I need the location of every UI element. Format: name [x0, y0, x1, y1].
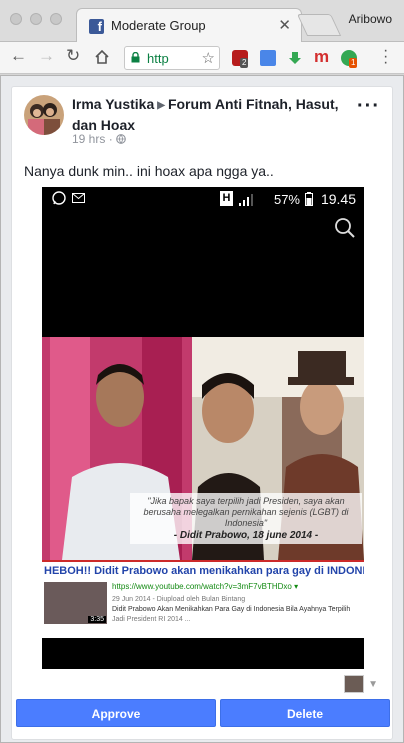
pending-post-card: Irma Yustika ▶ Forum Anti Fitnah, Hasut, d…	[11, 86, 393, 740]
post-image[interactable]: H 57% 19.45 "Jika bapak saya terpilih ja…	[42, 187, 364, 669]
video-url: https://www.youtube.com/watch?v=3mF7vBTH…	[112, 582, 299, 591]
quote-overlay: "Jika bapak saya terpilih jadi Presiden,…	[130, 493, 362, 544]
post-time[interactable]: 19 hrs	[72, 132, 105, 146]
star-icon[interactable]: ☆	[202, 49, 215, 67]
tab-title: Moderate Group	[111, 18, 206, 33]
extension-badge-2: 1	[349, 58, 358, 68]
download-arrow-icon[interactable]	[287, 50, 303, 66]
reload-icon[interactable]: ↻	[66, 46, 80, 66]
browser-tab[interactable]: f Moderate Group ✕	[76, 8, 302, 42]
triangle-right-icon: ▶	[157, 100, 165, 111]
profile-name[interactable]: Aribowo	[349, 12, 392, 26]
new-tab-button[interactable]	[296, 14, 342, 36]
battery-icon	[305, 192, 313, 206]
home-icon[interactable]	[94, 46, 110, 70]
chevron-down-icon[interactable]: ▼	[368, 679, 378, 690]
post-as-avatar[interactable]	[344, 675, 364, 693]
lock-icon	[131, 52, 140, 63]
menu-icon[interactable]: · · ·	[383, 43, 388, 71]
author-name[interactable]: Irma Yustika	[72, 96, 154, 112]
post-meta: 19 hrs ·	[72, 132, 126, 146]
maximize-window-button[interactable]	[50, 13, 62, 25]
close-tab-icon[interactable]: ✕	[278, 16, 291, 34]
whatsapp-icon	[52, 191, 66, 205]
post-message: Nanya dunk min.. ini hoax apa ngga ya..	[24, 163, 274, 179]
translate-icon[interactable]	[260, 50, 276, 66]
email-icon	[72, 193, 85, 203]
signal-icon	[239, 194, 253, 206]
close-window-button[interactable]	[10, 13, 22, 25]
page-content: Irma Yustika ▶ Forum Anti Fitnah, Hasut, d…	[0, 75, 404, 743]
battery-percent: 57%	[273, 192, 300, 207]
video-title: HEBOH!! Didit Prabowo akan menikahkan pa…	[44, 565, 364, 577]
forward-icon[interactable]: →	[38, 46, 55, 66]
post-header: Irma Yustika ▶ Forum Anti Fitnah, Hasut, d…	[72, 95, 362, 134]
globe-icon	[116, 134, 126, 144]
video-date: 29 Jun 2014 - Diupload oleh Bulan Bintan…	[112, 596, 246, 603]
quote-signature: - Didit Prabowo, 18 june 2014 -	[173, 530, 319, 541]
video-duration: 3:35	[88, 616, 106, 623]
facebook-icon: f	[89, 19, 104, 34]
video-description-1: Didit Prabowo Akan Menikahkan Para Gay d…	[112, 606, 351, 613]
video-thumbnail: 3:35	[44, 582, 107, 624]
delete-button[interactable]: Delete	[220, 699, 390, 727]
phone-clock: 19.45	[320, 191, 356, 207]
phone-status-bar: H 57% 19.45	[42, 187, 364, 211]
meta-separator: ·	[108, 132, 113, 146]
video-search-result: HEBOH!! Didit Prabowo akan menikahkan pa…	[42, 560, 364, 638]
network-h-icon: H	[220, 191, 233, 206]
minimize-window-button[interactable]	[30, 13, 42, 25]
video-description-2: Jadi President RI 2014 ...	[112, 616, 191, 623]
quote-text: "Jika bapak saya terpilih jadi Presiden,…	[143, 496, 349, 528]
search-icon	[335, 218, 355, 238]
browser-toolbar: ← → ↻ http ☆ 2 m 1 · · ·	[0, 42, 404, 74]
more-options-icon[interactable]: ···	[357, 95, 380, 118]
address-bar[interactable]: http ☆	[124, 46, 220, 70]
url-text: http	[147, 51, 169, 66]
extension-badge: 2	[240, 58, 249, 68]
back-icon[interactable]: ←	[10, 46, 27, 66]
approve-button[interactable]: Approve	[16, 699, 216, 727]
extension-m-icon[interactable]: m	[314, 47, 330, 66]
avatar[interactable]	[24, 95, 64, 135]
browser-tab-bar: f Moderate Group ✕ Aribowo	[0, 0, 404, 42]
